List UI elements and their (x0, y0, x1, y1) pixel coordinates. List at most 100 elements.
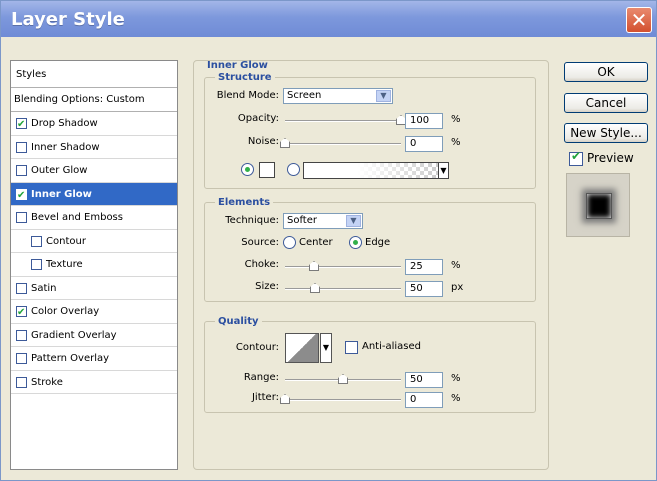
layer-style-dialog: Layer Style ✕ Styles Blending Options: C… (0, 0, 657, 481)
style-item-label: Drop Shadow (31, 118, 98, 129)
noise-slider-thumb[interactable] (280, 138, 290, 148)
style-checkbox[interactable] (16, 184, 27, 207)
size-unit: px (451, 282, 464, 293)
anti-aliased-checkbox[interactable] (345, 341, 358, 354)
gradient-radio[interactable] (287, 163, 300, 176)
style-checkbox[interactable] (16, 141, 27, 153)
glow-gradient-swatch[interactable] (303, 162, 439, 179)
technique-value: Softer (287, 215, 317, 226)
style-item-bevel-and-emboss[interactable]: Bevel and Emboss (11, 206, 177, 230)
choke-input[interactable]: 25 (405, 259, 443, 275)
style-checkbox[interactable] (16, 329, 27, 341)
style-item-label: Inner Shadow (31, 141, 100, 153)
contour-dropdown-button[interactable]: ▼ (320, 333, 332, 363)
style-item-pattern-overlay[interactable]: Pattern Overlay (11, 347, 177, 371)
jitter-input[interactable]: 0 (405, 392, 443, 408)
style-checkbox[interactable] (16, 376, 27, 388)
color-radio[interactable] (241, 163, 254, 176)
style-item-gradient-overlay[interactable]: Gradient Overlay (11, 324, 177, 347)
style-item-satin[interactable]: Satin (11, 277, 177, 300)
inner-glow-panel: Inner Glow Structure Blend Mode: Screen … (193, 60, 549, 470)
style-item-inner-shadow[interactable]: Inner Shadow (11, 136, 177, 159)
size-slider-track[interactable] (285, 288, 401, 290)
choke-label: Choke: (244, 259, 279, 270)
contour-preview[interactable] (285, 333, 319, 363)
style-checkbox[interactable] (16, 212, 27, 223)
style-item-label: Satin (31, 282, 57, 294)
structure-title: Structure (215, 72, 275, 83)
style-item-drop-shadow[interactable]: Drop Shadow (11, 112, 177, 136)
style-item-texture[interactable]: Texture (11, 253, 177, 277)
range-slider-thumb[interactable] (338, 374, 348, 384)
technique-label: Technique: (225, 215, 279, 226)
range-unit: % (451, 373, 461, 384)
blend-mode-select[interactable]: Screen ▼ (283, 88, 393, 104)
cancel-button[interactable]: Cancel (564, 93, 648, 113)
structure-group: Structure Blend Mode: Screen ▼ Opacity: … (204, 72, 536, 189)
close-icon: ✕ (630, 8, 648, 32)
preview-label: Preview (587, 151, 634, 165)
elements-group: Elements Technique: Softer ▼ Source: Cen… (204, 197, 536, 302)
style-item-outer-glow[interactable]: Outer Glow (11, 159, 177, 183)
style-item-color-overlay[interactable]: Color Overlay (11, 300, 177, 324)
noise-input[interactable]: 0 (405, 136, 443, 152)
choke-slider-track[interactable] (285, 266, 401, 268)
preview-checkbox[interactable] (569, 149, 583, 166)
size-input[interactable]: 50 (405, 281, 443, 297)
blending-options-item[interactable]: Blending Options: Custom (11, 88, 177, 112)
chevron-down-icon: ▼ (322, 343, 330, 352)
opacity-input[interactable]: 100 (405, 113, 443, 129)
title-bar[interactable]: Layer Style ✕ (1, 1, 656, 37)
quality-title: Quality (215, 316, 262, 327)
choke-slider-thumb[interactable] (309, 261, 319, 271)
style-item-contour[interactable]: Contour (11, 230, 177, 253)
chevron-down-icon: ▼ (440, 166, 447, 175)
glow-color-swatch[interactable] (259, 162, 275, 178)
choke-unit: % (451, 260, 461, 271)
range-label: Range: (243, 372, 279, 383)
jitter-label: Jitter: (251, 392, 279, 403)
new-style-button[interactable]: New Style... (564, 123, 648, 143)
style-checkbox[interactable] (16, 113, 27, 136)
style-item-label: Outer Glow (31, 165, 88, 176)
gradient-dropdown-button[interactable]: ▼ (438, 162, 449, 179)
chevron-down-icon: ▼ (346, 215, 361, 227)
styles-header[interactable]: Styles (11, 61, 177, 88)
jitter-slider-track[interactable] (285, 399, 401, 401)
opacity-slider-track[interactable] (285, 120, 401, 122)
contour-label: Contour: (235, 342, 279, 353)
style-preview (566, 173, 630, 237)
anti-aliased-label: Anti-aliased (362, 341, 422, 352)
style-checkbox[interactable] (31, 259, 42, 270)
preview-swatch (586, 193, 612, 219)
elements-title: Elements (215, 197, 274, 208)
source-center-radio[interactable] (283, 236, 296, 249)
jitter-slider-thumb[interactable] (280, 394, 290, 404)
size-label: Size: (255, 281, 279, 292)
close-button[interactable]: ✕ (626, 7, 652, 33)
style-checkbox[interactable] (16, 301, 27, 324)
panel-title: Inner Glow (207, 60, 268, 71)
ok-button[interactable]: OK (564, 62, 648, 82)
blend-mode-value: Screen (287, 90, 322, 101)
opacity-label: Opacity: (237, 113, 279, 124)
style-checkbox[interactable] (16, 282, 27, 294)
source-edge-label: Edge (365, 237, 391, 248)
range-input[interactable]: 50 (405, 372, 443, 388)
opacity-unit: % (451, 114, 461, 125)
source-edge-radio[interactable] (349, 236, 362, 249)
style-item-label: Texture (46, 259, 83, 270)
blend-mode-label: Blend Mode: (216, 90, 279, 101)
technique-select[interactable]: Softer ▼ (283, 213, 363, 229)
style-checkbox[interactable] (31, 235, 42, 247)
style-checkbox[interactable] (16, 353, 27, 364)
noise-label: Noise: (247, 136, 279, 147)
style-item-label: Pattern Overlay (31, 353, 110, 364)
quality-group: Quality Contour: ▼ Anti-aliased Range: 5… (204, 316, 536, 413)
size-slider-thumb[interactable] (310, 283, 320, 293)
style-checkbox[interactable] (16, 165, 27, 176)
noise-slider-track[interactable] (285, 143, 401, 145)
style-item-stroke[interactable]: Stroke (11, 371, 177, 394)
style-item-label: Contour (46, 235, 86, 247)
style-item-inner-glow[interactable]: Inner Glow (11, 182, 177, 207)
